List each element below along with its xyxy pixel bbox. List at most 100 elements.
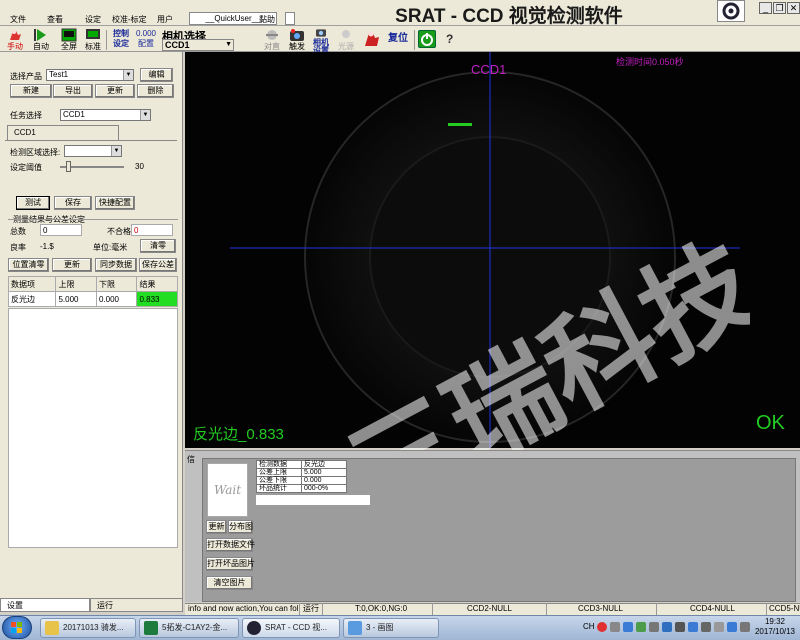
sync-data-button[interactable]: 同步数据 — [95, 258, 137, 272]
save-tolerance-button[interactable]: 保存公差 — [139, 258, 177, 272]
standard-button[interactable]: 标准 — [83, 28, 103, 52]
update-product-button[interactable]: 更新 — [95, 84, 135, 98]
align-icon — [266, 30, 278, 40]
manual-label: 手动 — [7, 42, 23, 51]
tray-icon[interactable] — [623, 622, 633, 632]
help-button[interactable]: ? — [446, 32, 453, 46]
clear-images-button[interactable]: 清空图片 — [206, 576, 253, 590]
tray-icon[interactable] — [727, 622, 737, 632]
tray-icon[interactable] — [610, 622, 620, 632]
tray-icon[interactable] — [662, 622, 672, 632]
tab-settings[interactable]: 设置 — [0, 598, 90, 612]
threshold-value: 30 — [135, 162, 144, 171]
distribution-button[interactable]: 分布图 — [228, 520, 253, 534]
clear-count-button[interactable]: 清零 — [140, 239, 176, 253]
align-button[interactable]: 对直 — [262, 28, 282, 52]
taskbar-item-folder[interactable]: 20171013 骑发... — [40, 618, 136, 638]
open-data-file-button[interactable]: 打开数据文件 — [206, 538, 255, 552]
taskbar-item-excel[interactable]: 5拓发-C1AY2-金... — [139, 618, 239, 638]
delete-product-button[interactable]: 删除 — [137, 84, 174, 98]
new-product-button[interactable]: 新建 — [10, 84, 52, 98]
taskbar-item-srat[interactable]: SRAT - CCD 视... — [242, 618, 340, 638]
threshold-slider-thumb[interactable] — [65, 161, 71, 172]
tray-icon[interactable] — [740, 622, 750, 632]
fail-value: 0 — [131, 224, 173, 236]
restore-button[interactable]: ❐ — [773, 2, 786, 14]
edit-product-button[interactable]: 编辑 — [140, 68, 173, 82]
menu-view[interactable]: 查看 — [47, 14, 63, 25]
region-select[interactable]: ▼ — [64, 145, 122, 157]
network-icon[interactable] — [688, 622, 698, 632]
light-label: 光源 — [338, 42, 354, 51]
product-select[interactable]: Test1 ▼ — [46, 69, 134, 81]
chevron-down-icon: ▼ — [140, 110, 150, 120]
clock[interactable]: 19:32 2017/10/13 — [752, 617, 798, 637]
light-source-button[interactable]: 光源 — [336, 28, 356, 52]
fullscreen-button[interactable]: 全屏 — [58, 28, 80, 52]
tray-icon[interactable] — [649, 622, 659, 632]
camera-settings-button[interactable]: 相机 设置 — [311, 28, 331, 55]
menu-settings[interactable]: 设定 — [85, 14, 101, 25]
stat-value: 0.000 — [301, 476, 347, 485]
total-label: 总数 — [10, 227, 26, 236]
status-separator — [322, 603, 323, 615]
detected-edge-marker — [448, 123, 472, 126]
menu-calibration[interactable]: 校准-标定 — [112, 14, 147, 25]
close-button[interactable]: ✕ — [787, 2, 800, 14]
cell-upper[interactable]: 5.000 — [55, 291, 97, 307]
reset-button[interactable]: 复位 — [362, 29, 412, 53]
start-button[interactable] — [2, 616, 32, 639]
tab-ccd1[interactable]: CCD1 — [7, 125, 119, 140]
select-product-label: 选择产品 — [10, 72, 42, 81]
control-label: 控制 — [113, 29, 129, 38]
tray-icon[interactable] — [675, 622, 685, 632]
cell-item[interactable]: 反光边 — [7, 291, 57, 307]
camera-image-view[interactable] — [185, 52, 800, 448]
status-ccd4: CCD4-NULL — [690, 604, 735, 613]
tray-icon[interactable] — [636, 622, 646, 632]
refresh-stats-button[interactable]: 更新 — [206, 520, 227, 534]
table-row: 检测数据 反光边 — [256, 460, 347, 469]
stat-key: 坏品统计 — [256, 484, 302, 493]
left-tabs: 设置 运行 — [0, 598, 183, 612]
menu-help[interactable]: 黏助 — [259, 14, 275, 25]
test-button[interactable]: 测试 — [16, 196, 50, 210]
tray-icon[interactable] — [714, 622, 724, 632]
control-settings-button[interactable]: 控制 设定 — [110, 29, 132, 53]
camera-trigger-icon — [290, 29, 304, 41]
open-bad-image-button[interactable]: 打开坏品图片 — [206, 557, 255, 571]
auto-button[interactable]: 自动 — [31, 28, 51, 52]
menu-user[interactable]: 用户 — [157, 14, 173, 25]
table-row[interactable]: 反光边 5.000 0.000 0.833 — [7, 291, 178, 307]
bottom-panel-label: 信 — [187, 455, 195, 464]
power-button[interactable] — [418, 30, 436, 48]
quick-config-button[interactable]: 快捷配置 — [95, 196, 135, 210]
header-result: 结果 — [136, 276, 178, 292]
fullscreen-label: 全屏 — [61, 42, 77, 51]
trigger-button[interactable]: 触发 — [287, 28, 307, 52]
minimize-button[interactable]: _ — [759, 2, 772, 14]
menu-file[interactable]: 文件 — [10, 14, 26, 25]
tab-run[interactable]: 运行 — [90, 598, 183, 612]
refresh-button[interactable]: 更新 — [52, 258, 92, 272]
task-select[interactable]: CCD1 ▼ — [60, 109, 151, 121]
hand-icon — [10, 30, 21, 40]
position-clear-button[interactable]: 位置清零 — [8, 258, 49, 272]
status-message: info and now action,You can follo — [188, 604, 298, 613]
export-button[interactable]: 导出 — [53, 84, 93, 98]
config-value: 0.000 — [135, 29, 157, 38]
clock-time: 19:32 — [764, 617, 786, 626]
menu-input-box[interactable] — [285, 12, 295, 25]
taskbar-item-paint[interactable]: 3 - 画图 — [343, 618, 439, 638]
speaker-icon[interactable] — [701, 622, 711, 632]
antivirus-tray-icon[interactable] — [597, 622, 607, 632]
config-value-button[interactable]: 0.000 配置 — [134, 29, 158, 53]
camera-select-dropdown[interactable]: CCD1 ▼ — [162, 39, 234, 51]
manual-button[interactable]: 手动 — [4, 28, 26, 52]
taskbar-item-label: 5拓发-C1AY2-金... — [162, 623, 228, 632]
language-indicator[interactable]: CH — [583, 622, 595, 631]
ccd-title: CCD1 — [471, 62, 507, 77]
save-button[interactable]: 保存 — [54, 196, 92, 210]
clock-date: 2017/10/13 — [754, 627, 796, 636]
cell-lower[interactable]: 0.000 — [95, 291, 138, 307]
